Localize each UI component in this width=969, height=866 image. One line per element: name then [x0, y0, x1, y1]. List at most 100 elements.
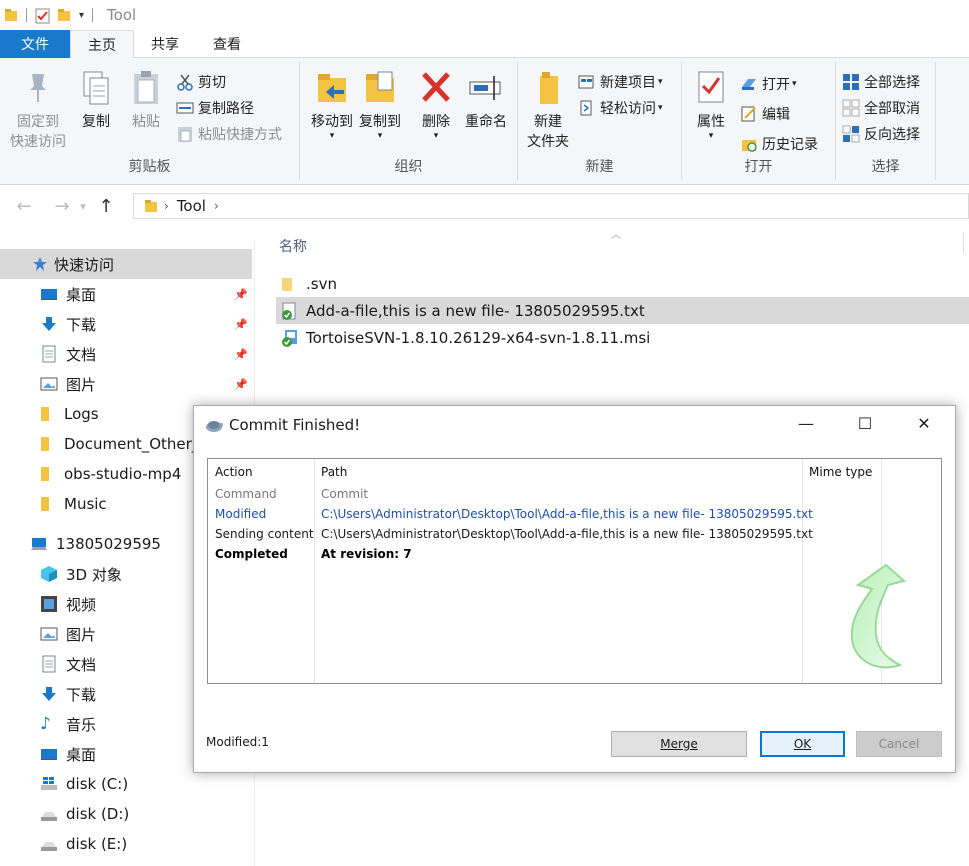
properties-button[interactable]: 属性 ▾	[688, 68, 734, 141]
invert-selection-button[interactable]: 反向选择	[842, 122, 920, 146]
column-header-action[interactable]: Action	[215, 465, 253, 479]
open-group-label: 打开	[744, 159, 773, 175]
ribbon-tabs: 文件 主页 共享 查看	[0, 30, 969, 59]
quick-access-label: 快速访问	[54, 255, 115, 274]
tab-view[interactable]: 查看	[196, 30, 258, 58]
paste-button[interactable]: 粘贴	[124, 68, 168, 132]
copy-button[interactable]: 复制	[74, 68, 118, 132]
breadcrumb-separator-icon[interactable]: ›	[164, 199, 169, 213]
row-path[interactable]: C:\Users\Administrator\Desktop\Tool\Add-…	[321, 507, 813, 521]
select-none-button[interactable]: 全部取消	[842, 96, 920, 120]
windows-drive-icon	[40, 775, 58, 793]
move-to-icon	[312, 68, 352, 108]
cancel-button[interactable]: Cancel	[856, 731, 942, 757]
properties-check-icon[interactable]	[35, 8, 50, 24]
merge-button[interactable]: Merge	[611, 731, 747, 757]
history-icon	[740, 135, 758, 153]
row-path: At revision: 7	[321, 547, 412, 561]
recent-locations-chevron-icon[interactable]: ▾	[76, 200, 90, 213]
file-row-txt[interactable]: Add-a-file,this is a new file- 138050295…	[276, 297, 969, 324]
nav-label: disk (C:)	[66, 775, 129, 793]
title-bar: ▾ Tool	[0, 0, 969, 30]
copy-to-button[interactable]: 复制到 ▾	[352, 68, 408, 141]
new-group-label: 新建	[585, 159, 614, 175]
invert-selection-icon	[842, 125, 860, 143]
new-folder-icon[interactable]	[57, 8, 71, 22]
nav-quick-access[interactable]: 快速访问	[0, 249, 252, 279]
select-none-icon	[842, 99, 860, 117]
ok-button[interactable]: OK	[760, 731, 845, 757]
column-divider[interactable]	[963, 232, 964, 254]
folder-icon	[40, 495, 50, 513]
select-all-icon	[842, 73, 860, 91]
select-all-label: 全部选择	[864, 75, 920, 91]
nav-downloads[interactable]: 下载 📌	[0, 309, 252, 339]
column-divider[interactable]	[314, 459, 315, 683]
delete-button[interactable]: 删除 ▾	[414, 68, 458, 141]
copy-path-label: 复制路径	[198, 101, 254, 117]
cancel-button-label: Cancel	[878, 737, 920, 751]
organize-group: 移动到 ▾ 复制到 ▾ 删除 ▾ 重命名 组织	[300, 62, 518, 180]
nav-label: 图片	[66, 375, 97, 394]
nav-label: disk (E:)	[66, 835, 128, 853]
ribbon: 固定到 快速访问 复制 粘贴 剪切 复制路径 粘贴快捷方式 剪贴板 移动到 ▾ …	[0, 58, 969, 185]
nav-disk-c[interactable]: disk (C:)	[0, 769, 252, 799]
easy-access-button[interactable]: 轻松访问 ▾	[578, 96, 663, 120]
edit-button[interactable]: 编辑	[740, 102, 790, 126]
tab-share[interactable]: 共享	[134, 30, 196, 58]
document-icon	[40, 345, 58, 363]
folder-icon	[40, 435, 50, 453]
address-bar[interactable]: › Tool ›	[133, 193, 969, 219]
minimize-icon[interactable]: —	[786, 414, 826, 433]
row-path: C:\Users\Administrator\Desktop\Tool\Add-…	[321, 527, 813, 541]
rename-button[interactable]: 重命名	[460, 68, 512, 132]
close-icon[interactable]: ✕	[904, 414, 944, 433]
paste-shortcut-button[interactable]: 粘贴快捷方式	[176, 122, 282, 146]
tab-file[interactable]: 文件	[0, 30, 70, 58]
pin-to-quick-access-button[interactable]: 固定到 快速访问	[6, 68, 70, 152]
new-item-button[interactable]: 新建项目 ▾	[578, 70, 663, 94]
breadcrumb-tool[interactable]: Tool	[177, 197, 206, 215]
pin-icon	[18, 68, 58, 108]
up-arrow-icon[interactable]: ↑	[94, 196, 118, 217]
cut-button[interactable]: 剪切	[176, 70, 226, 94]
scissors-icon	[176, 73, 194, 91]
maximize-icon[interactable]: ☐	[845, 414, 885, 433]
select-all-button[interactable]: 全部选择	[842, 70, 920, 94]
nav-documents[interactable]: 文档 📌	[0, 339, 252, 369]
nav-label: 音乐	[66, 715, 97, 734]
breadcrumb-separator-icon[interactable]: ›	[214, 199, 219, 213]
back-arrow-icon[interactable]: ←	[12, 196, 36, 217]
chevron-down-icon: ▾	[792, 79, 797, 89]
file-row-msi[interactable]: TortoiseSVN-1.8.10.26129-x64-svn-1.8.11.…	[276, 324, 969, 351]
nav-disk-e[interactable]: disk (E:)	[0, 829, 252, 859]
forward-arrow-icon[interactable]: →	[50, 196, 74, 217]
window-title: Tool	[107, 6, 137, 24]
status-text: Modified:1	[206, 735, 269, 749]
column-divider[interactable]	[802, 459, 803, 683]
row-action: Completed	[215, 547, 288, 561]
open-button[interactable]: 打开 ▾	[740, 72, 797, 96]
nav-desktop[interactable]: 桌面 📌	[0, 279, 252, 309]
column-header-name[interactable]: 名称	[279, 236, 307, 256]
paste-shortcut-icon	[176, 125, 194, 143]
nav-disk-d[interactable]: disk (D:)	[0, 799, 252, 829]
chevron-down-icon: ▾	[658, 103, 663, 113]
nav-pictures[interactable]: 图片 📌	[0, 369, 252, 399]
file-row-svn[interactable]: .svn	[276, 270, 969, 297]
drive-icon	[40, 835, 58, 853]
column-header-path[interactable]: Path	[321, 465, 347, 479]
commit-results-table[interactable]: Action Path Mime type Command Commit Mod…	[207, 458, 942, 684]
easy-access-icon	[578, 99, 596, 117]
picture-icon	[40, 375, 58, 393]
new-folder-button[interactable]: 新建 文件夹	[524, 68, 572, 152]
copy-path-button[interactable]: 复制路径	[176, 96, 254, 120]
column-header-mime-type[interactable]: Mime type	[809, 465, 872, 479]
download-icon	[40, 315, 58, 333]
copy-path-icon	[176, 99, 194, 117]
svn-installer-icon	[280, 329, 298, 347]
tab-home[interactable]: 主页	[70, 30, 134, 59]
customize-toolbar-icon[interactable]: ▾	[79, 10, 84, 21]
history-button[interactable]: 历史记录	[740, 132, 818, 156]
nav-label: 桌面	[66, 745, 97, 764]
